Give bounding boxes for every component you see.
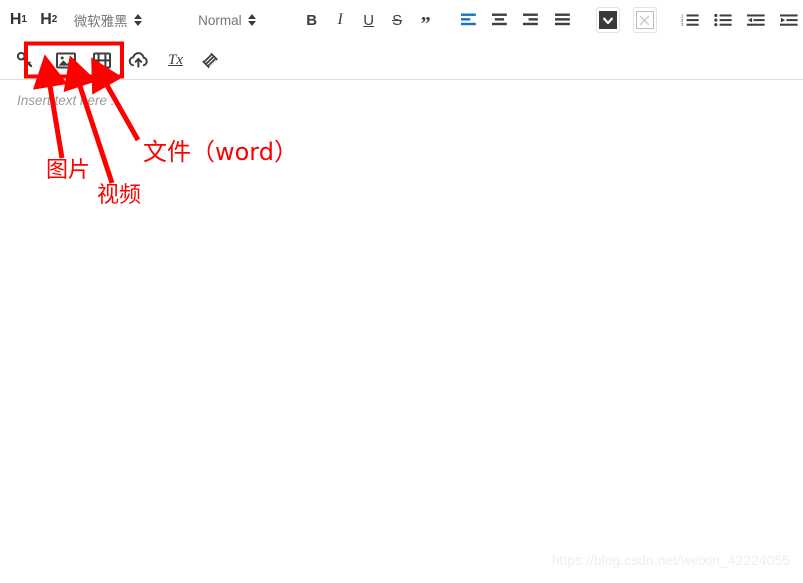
- clear-format-button[interactable]: Tx: [164, 46, 187, 74]
- bullet-list-button[interactable]: [710, 6, 737, 34]
- bullet-list-icon: [714, 13, 733, 27]
- heading-2-label: H: [40, 11, 52, 28]
- font-family-value: 微软雅黑: [73, 14, 128, 29]
- editor-placeholder: Insert text here ...: [17, 93, 123, 108]
- close-icon: [639, 15, 650, 25]
- text-color-swatch: [598, 11, 617, 29]
- insert-video-button[interactable]: [88, 46, 116, 74]
- heading-2-sub: 2: [51, 14, 58, 25]
- toolbar-row-primary: H1 H2 微软雅黑 Normal B I U S ” 1 2 3: [0, 0, 803, 40]
- strikethrough-label: S: [392, 11, 403, 29]
- underline-button[interactable]: U: [358, 6, 380, 34]
- cloud-upload-icon: [128, 51, 148, 68]
- font-family-select[interactable]: 微软雅黑: [74, 6, 192, 34]
- outdent-button[interactable]: [743, 6, 770, 34]
- upload-file-button[interactable]: [124, 46, 153, 74]
- blockquote-button[interactable]: ”: [415, 6, 437, 34]
- indent-button[interactable]: [776, 6, 803, 34]
- blockquote-label: ”: [420, 13, 431, 35]
- italic-button[interactable]: I: [329, 6, 351, 34]
- chevron-down-icon: [602, 16, 613, 24]
- insert-image-button[interactable]: [52, 46, 80, 74]
- indent-icon: [780, 14, 799, 26]
- font-size-select[interactable]: Normal: [198, 6, 294, 34]
- toolbar-row-insert: Tx: [0, 40, 803, 80]
- bold-label: B: [306, 11, 318, 29]
- align-justify-button[interactable]: [551, 6, 576, 34]
- link-icon: [16, 51, 33, 68]
- stepper-icon: [133, 14, 142, 26]
- format-brush-icon: [202, 52, 218, 68]
- clear-format-label: Tx: [168, 51, 183, 68]
- background-color-button[interactable]: [632, 7, 658, 33]
- bold-button[interactable]: B: [301, 6, 323, 34]
- heading-1-button[interactable]: H1: [6, 6, 30, 34]
- underline-label: U: [363, 11, 375, 29]
- align-center-icon: [492, 13, 507, 26]
- outdent-icon: [747, 14, 766, 26]
- rich-text-editor: H1 H2 微软雅黑 Normal B I U S ” 1 2 3 Tx Ins…: [0, 0, 803, 578]
- format-brush-button[interactable]: [196, 46, 223, 74]
- strikethrough-button[interactable]: S: [386, 6, 408, 34]
- align-center-button[interactable]: [488, 6, 513, 34]
- video-icon: [93, 52, 111, 68]
- editor-content-area[interactable]: Insert text here ...: [0, 81, 803, 578]
- image-icon: [56, 52, 76, 68]
- background-color-swatch: [635, 11, 654, 29]
- align-left-icon: [460, 13, 476, 26]
- heading-1-label: H: [9, 11, 22, 28]
- ordered-list-button[interactable]: 1 2 3: [677, 6, 704, 34]
- watermark-url: https://blog.csdn.net/weixin_42224055: [551, 552, 790, 568]
- align-right-icon: [523, 13, 539, 26]
- font-size-value: Normal: [198, 12, 242, 28]
- text-color-button[interactable]: [595, 7, 620, 33]
- italic-label: I: [337, 11, 343, 28]
- svg-text:3: 3: [681, 22, 684, 27]
- heading-2-button[interactable]: H2: [37, 6, 61, 34]
- align-justify-icon: [554, 13, 570, 26]
- link-button[interactable]: [12, 46, 38, 74]
- heading-1-sub: 1: [21, 14, 27, 25]
- stepper-icon: [247, 14, 256, 26]
- align-right-button[interactable]: [519, 6, 544, 34]
- align-left-button[interactable]: [457, 6, 482, 34]
- editor-toolbar: H1 H2 微软雅黑 Normal B I U S ” 1 2 3 Tx: [0, 0, 803, 80]
- ordered-list-icon: 1 2 3: [681, 14, 700, 27]
